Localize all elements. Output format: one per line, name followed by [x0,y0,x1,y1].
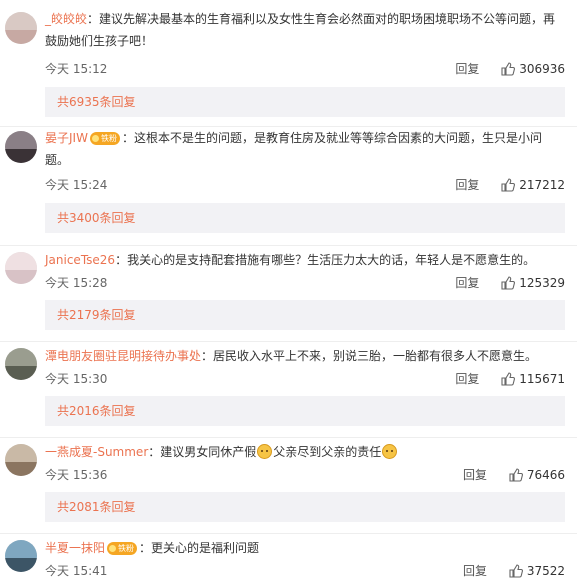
comment-time: 今天 15:41 [45,564,108,578]
reply-button[interactable]: 回复 [455,178,479,192]
like-button[interactable]: 115671 [501,372,565,386]
comment-text: 建议男女同休产假 [160,445,257,459]
comment-item: 潭电朋友圈驻昆明接待办事处：居民收入水平上不来，别说三胎，一胎都有很多人不愿意生… [0,341,577,437]
like-count: 306936 [519,62,565,76]
avatar[interactable] [5,348,37,380]
username-link[interactable]: 潭电朋友圈驻昆明接待办事处 [45,349,201,363]
reply-button[interactable]: 回复 [463,564,487,578]
like-count: 37522 [526,564,565,578]
like-count: 125329 [519,276,565,290]
thumbs-up-icon [501,178,516,192]
comment-text-block: 潭电朋友圈驻昆明接待办事处：居民收入水平上不来，别说三胎，一胎都有很多人不愿意生… [45,349,538,363]
more-replies-link[interactable]: 共2016条回复 [45,396,565,426]
comment-item: _皎皎皎：建议先解决最基本的生育福利以及女性生育会必然面对的职场困境职场不公等问… [0,0,577,126]
comment-time: 今天 15:24 [45,178,108,192]
reply-button[interactable]: 回复 [455,276,479,290]
more-replies-link[interactable]: 共2081条回复 [45,492,565,522]
like-button[interactable]: 125329 [501,276,565,290]
fan-badge-icon: 铁粉 [107,542,138,555]
comment-item: 一燕成夏-Summer：建议男女同休产假 父亲尽到父亲的责任 今天 15:36 回… [0,437,577,533]
like-count: 217212 [519,178,565,192]
cat-face-emoji-icon [382,444,398,459]
comment-text: 我关心的是支持配套措施有哪些？生活压力太大的话，年轻人是不愿意生的。 [127,253,536,267]
username-link[interactable]: 晏子JIW [45,131,88,145]
more-replies-link[interactable]: 共3400条回复 [45,203,565,233]
like-count: 76466 [526,468,565,482]
like-button[interactable]: 217212 [501,178,565,192]
comment-item: JaniceTse26：我关心的是支持配套措施有哪些？生活压力太大的话，年轻人是… [0,245,577,341]
comment-time: 今天 15:28 [45,276,108,290]
more-replies-link[interactable]: 共6935条回复 [45,87,565,117]
thumbs-up-icon [509,564,523,578]
username-link[interactable]: JaniceTse26 [45,253,115,267]
avatar[interactable] [5,444,37,476]
comment-text: 更关心的是福利问题 [151,541,260,555]
thumbs-up-icon [501,62,516,76]
more-replies-link[interactable]: 共2179条回复 [45,300,565,330]
comment-text: 建议先解决最基本的生育福利以及女性生育会必然面对的职场困境职场不公等问题，再鼓励… [45,12,556,48]
comment-time: 今天 15:30 [45,372,108,386]
avatar[interactable] [5,252,37,284]
avatar[interactable] [5,131,37,163]
thumbs-up-icon [501,276,516,290]
username-link[interactable]: 一燕成夏-Summer [45,445,148,459]
reply-button[interactable]: 回复 [463,468,487,482]
fan-badge-icon: 铁粉 [89,132,120,145]
thumbs-up-icon [501,372,516,386]
comment-text-block: JaniceTse26：我关心的是支持配套措施有哪些？生活压力太大的话，年轻人是… [45,253,536,267]
like-count: 115671 [519,372,565,386]
comment-text-block: 半夏一抹阳 铁粉 ：更关心的是福利问题 [45,541,260,555]
comment-text-block: 一燕成夏-Summer：建议男女同休产假 父亲尽到父亲的责任 [45,441,565,463]
avatar[interactable] [5,540,37,572]
comment-time: 今天 15:36 [45,468,108,482]
comment-text-block: _皎皎皎：建议先解决最基本的生育福利以及女性生育会必然面对的职场困境职场不公等问… [45,12,556,48]
cat-face-emoji-icon [257,444,273,459]
reply-button[interactable]: 回复 [455,62,479,76]
comment-time: 今天 15:12 [45,62,108,76]
comment-list: _皎皎皎：建议先解决最基本的生育福利以及女性生育会必然面对的职场困境职场不公等问… [0,0,577,582]
like-button[interactable]: 306936 [501,62,565,76]
comment-item: 晏子JIW 铁粉 ：这根本不是生的问题，是教育住房及就业等等综合因素的大问题，生只是… [0,126,577,245]
comment-text: 居民收入水平上不来，别说三胎，一胎都有很多人不愿意生。 [213,349,538,363]
thumbs-up-icon [509,468,523,482]
comment-text-block: 晏子JIW 铁粉 ：这根本不是生的问题，是教育住房及就业等等综合因素的大问题，生只是… [45,131,542,167]
comment-item: 半夏一抹阳 铁粉 ：更关心的是福利问题 今天 15:41 回复 37522 [0,533,577,582]
like-button[interactable]: 37522 [509,564,565,578]
comment-text-continued: 父亲尽到父亲的责任 [273,445,382,459]
avatar[interactable] [5,12,37,44]
username-link[interactable]: _皎皎皎 [45,12,87,26]
like-button[interactable]: 76466 [509,468,565,482]
username-link[interactable]: 半夏一抹阳 [45,541,105,555]
reply-button[interactable]: 回复 [455,372,479,386]
